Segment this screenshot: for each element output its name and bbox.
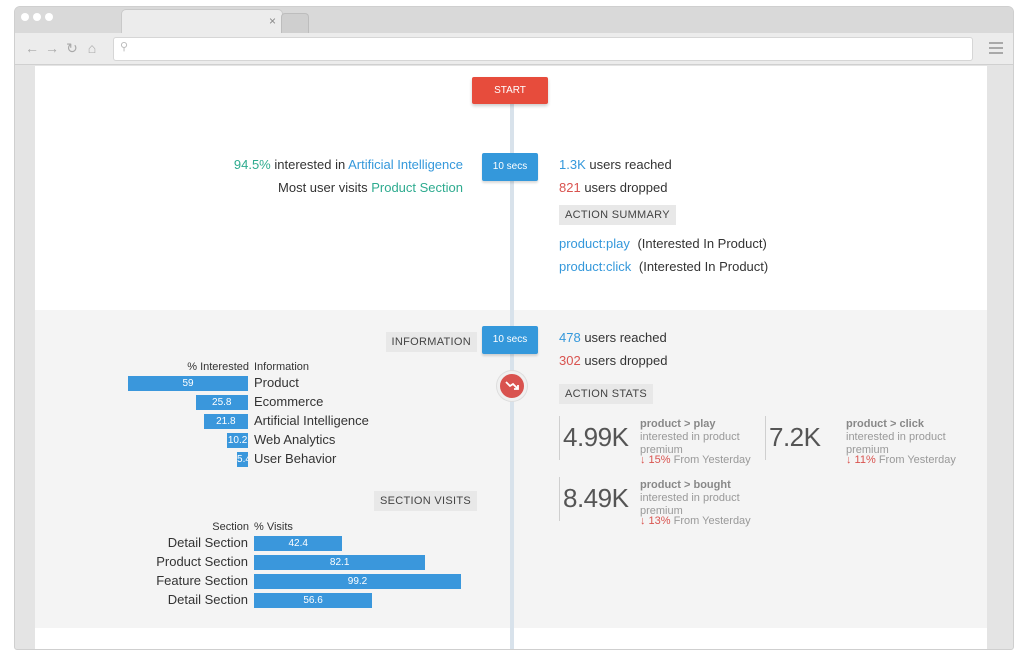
close-window-dot[interactable] [21,13,29,21]
action-note: (Interested In Product) [638,259,769,274]
section-bar: 56.6 [254,593,373,608]
info-bar: 21.8 [203,414,248,429]
section-label: Product Section [156,554,248,569]
interest-text: interested in [274,157,346,172]
step1-reached-value: 1.3K [559,157,586,172]
stat-value: 7.2K [769,422,821,452]
minimize-window-dot[interactable] [33,13,41,21]
action-note: (Interested In Product) [637,236,767,251]
back-icon[interactable]: ← [25,40,39,56]
action-summary-title: ACTION SUMMARY [559,205,676,225]
new-tab-button[interactable] [281,13,309,33]
stat-change-text: From Yesterday [673,454,751,466]
search-icon: ⚲ [120,41,129,53]
address-bar[interactable]: ⚲ [113,37,973,61]
info-col-header-interest: % Interested [187,361,249,373]
interest-line: 94.5% interested in Artificial Intellige… [234,157,463,173]
time-badge-step2: 10 secs [482,326,538,354]
stat-change-text: From Yesterday [673,515,751,527]
visits-text: Most user visits [278,180,368,195]
section-label: Detail Section [167,535,248,550]
step1-dropped-text: users dropped [584,180,668,195]
info-label: User Behavior [254,451,337,466]
step1-dropped: 821 users dropped [559,180,667,196]
stat-name: product > click [846,418,924,430]
visits-line: Most user visits Product Section [278,180,463,196]
tab-close-icon[interactable]: × [269,13,276,29]
window-controls [21,13,53,21]
visits-section-link[interactable]: Product Section [371,180,463,195]
trend-down-icon [497,371,527,401]
stat-name: product > play [640,418,716,430]
step2-dropped-text: users dropped [584,353,668,368]
info-label: Web Analytics [254,432,336,447]
stat-change: ↓ 13% From Yesterday [640,515,751,527]
stat-change: ↓ 11% From Yesterday [846,454,956,466]
visits-col-header-section: Section [212,521,249,533]
browser-tab[interactable]: × [121,9,283,33]
information-title: INFORMATION [385,332,477,352]
maximize-window-dot[interactable] [45,13,53,21]
browser-toolbar: ← → ↻ ⌂ ⚲ [15,33,1013,65]
title-bar: × [15,7,1013,33]
section-bar: 82.1 [254,555,426,570]
page-content: START 10 secs 94.5% interested in Artifi… [35,66,987,649]
action-stats-title: ACTION STATS [559,384,654,404]
stat-value: 4.99K [563,422,629,452]
forward-icon[interactable]: → [45,40,59,56]
section-visits-title: SECTION VISITS [374,491,477,511]
step1-dropped-value: 821 [559,180,581,195]
info-bar: 10.2 [227,433,248,448]
stat-change-pct: 15% [645,454,674,466]
reload-icon[interactable]: ↻ [65,40,79,56]
info-bar: 59 [128,376,248,391]
stat-change-pct: 13% [645,515,674,527]
menu-icon[interactable] [989,42,1003,54]
step2-reached: 478 users reached [559,330,667,346]
step2-dropped-value: 302 [559,353,581,368]
stat-name: product > bought [640,479,731,491]
stat-change: ↓ 15% From Yesterday [640,454,751,466]
action-summary-item: product:play (Interested In Product) [559,236,767,252]
home-icon[interactable]: ⌂ [85,40,99,56]
visits-col-header-pct: % Visits [254,521,293,533]
section-label: Feature Section [156,573,248,588]
action-summary-item: product:click (Interested In Product) [559,259,768,275]
info-label: Product [254,375,299,390]
browser-window: × ← → ↻ ⌂ ⚲ START 10 secs 94.5% interest… [14,6,1014,650]
action-link[interactable]: product:play [559,236,630,251]
time-badge-step1: 10 secs [482,153,538,181]
section-bar: 42.4 [254,536,343,551]
section-label: Detail Section [167,592,248,607]
info-bar: 5.4 [237,452,248,467]
interest-pct: 94.5% [233,157,271,172]
step1-reached: 1.3K users reached [559,157,672,173]
section-bar: 99.2 [254,574,461,589]
info-bar: 25.8 [195,395,248,410]
info-col-header-information: Information [254,361,310,373]
info-label: Ecommerce [254,394,324,409]
action-link[interactable]: product:click [559,259,631,274]
step2-reached-text: users reached [584,330,667,345]
stat-change-text: From Yesterday [878,454,956,466]
start-button[interactable]: START [472,77,548,104]
stat-change-pct: 11% [851,454,879,466]
interest-topic-link[interactable]: Artificial Intelligence [348,157,463,172]
step1-reached-text: users reached [589,157,672,172]
stat-divider [559,477,560,521]
stat-value: 8.49K [563,483,629,513]
stat-divider [765,416,766,460]
info-label: Artificial Intelligence [254,413,369,428]
step2-dropped: 302 users dropped [559,353,667,369]
stat-divider [559,416,560,460]
step2-reached-value: 478 [559,330,581,345]
